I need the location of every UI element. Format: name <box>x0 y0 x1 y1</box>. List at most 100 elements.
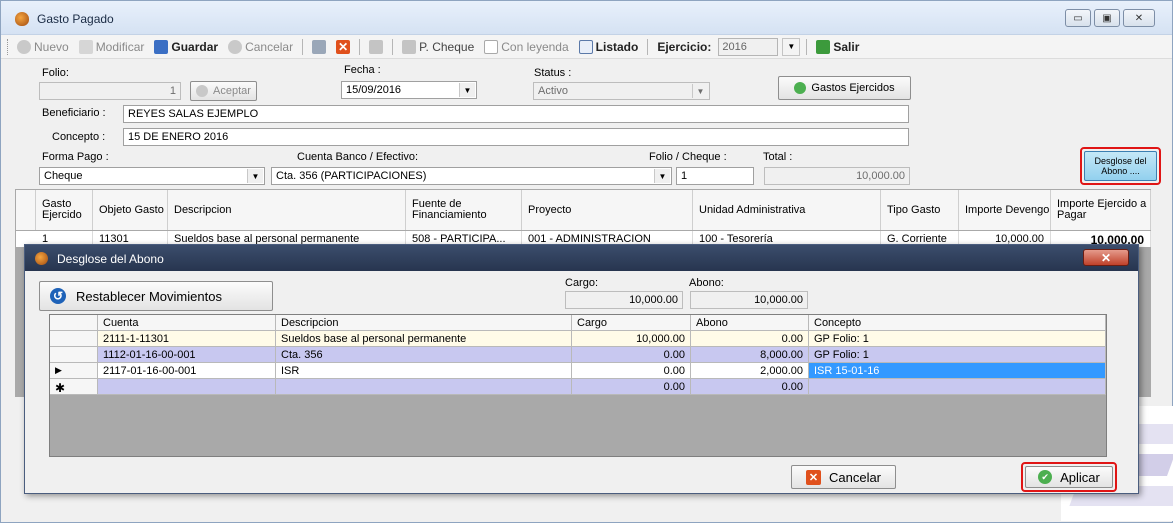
folio-label: Folio: <box>42 67 69 79</box>
col-objeto-gasto[interactable]: Objeto Gasto <box>93 190 168 230</box>
cell-descripcion[interactable]: Cta. 356 <box>276 347 572 363</box>
chevron-down-icon[interactable]: ▼ <box>782 37 801 56</box>
title-bar: Gasto Pagado ▭ ▣ ✕ <box>1 1 1172 35</box>
chevron-down-icon: ▼ <box>654 169 670 183</box>
total-field[interactable]: 10,000.00 <box>764 167 910 185</box>
toolbar-separator <box>806 38 808 55</box>
col-importe-ejercido[interactable]: Importe Ejercido a Pagar <box>1051 190 1151 230</box>
cell-cargo[interactable]: 10,000.00 <box>572 331 691 347</box>
cell-cuenta[interactable] <box>98 379 276 395</box>
cell-abono[interactable]: 0.00 <box>691 331 809 347</box>
copy-toolbar-button[interactable] <box>309 39 329 54</box>
col-unidad[interactable]: Unidad Administrativa <box>693 190 881 230</box>
dialog-close-button[interactable]: ✕ <box>1083 249 1129 266</box>
cancelar-dialog-button[interactable]: ✕ Cancelar <box>791 465 896 489</box>
listado-label: Listado <box>595 39 639 54</box>
cell-cargo[interactable]: 0.00 <box>572 379 691 395</box>
restablecer-button[interactable]: ↺ Restablecer Movimientos <box>39 281 273 311</box>
col-concepto[interactable]: Concepto <box>809 315 1106 331</box>
folio-cheque-field[interactable]: 1 <box>676 167 754 185</box>
col-proyecto[interactable]: Proyecto <box>522 190 693 230</box>
app-icon <box>15 12 29 26</box>
status-value: Activo <box>538 85 568 97</box>
cuenta-banco-select[interactable]: Cta. 356 (PARTICIPACIONES) ▼ <box>271 167 672 185</box>
col-gasto-ejercido[interactable]: Gasto Ejercido <box>36 190 93 230</box>
col-cuenta[interactable]: Cuenta <box>98 315 276 331</box>
gastos-ejercidos-button[interactable]: Gastos Ejercidos <box>778 76 911 100</box>
add-icon <box>794 82 807 94</box>
app-icon <box>35 252 48 265</box>
guardar-button[interactable]: Guardar <box>151 39 221 54</box>
refresh-icon: ↺ <box>50 288 66 304</box>
list-icon <box>578 39 593 54</box>
listado-button[interactable]: Listado <box>576 39 642 54</box>
table-row-selected[interactable]: ▶ 2117-01-16-00-001 ISR 0.00 2,000.00 IS… <box>50 363 1106 379</box>
cell-descripcion[interactable]: ISR <box>276 363 572 379</box>
col-descripcion[interactable]: Descripcion <box>168 190 406 230</box>
cell-concepto-selected[interactable]: ISR 15-01-16 <box>809 363 1106 379</box>
guardar-label: Guardar <box>171 39 219 54</box>
new-row[interactable]: ✱ 0.00 0.00 <box>50 379 1106 395</box>
p-cheque-label: P. Cheque <box>419 39 475 54</box>
cell-concepto[interactable] <box>809 379 1106 395</box>
cell-cargo[interactable]: 0.00 <box>572 347 691 363</box>
checkbox-icon <box>484 39 499 54</box>
toolbar-separator <box>392 38 394 55</box>
window-title: Gasto Pagado <box>37 12 114 26</box>
cell-abono[interactable]: 0.00 <box>691 379 809 395</box>
cell-descripcion[interactable] <box>276 379 572 395</box>
concepto-label: Concepto : <box>52 131 106 143</box>
cell-concepto[interactable]: GP Folio: 1 <box>809 347 1106 363</box>
toolbar-grip <box>7 38 10 55</box>
cancelar-dialog-label: Cancelar <box>828 469 882 485</box>
ejercicio-select[interactable]: 2016 <box>718 37 779 56</box>
beneficiario-field[interactable]: REYES SALAS EJEMPLO <box>123 105 909 123</box>
salir-button[interactable]: Salir <box>813 39 862 54</box>
aceptar-button[interactable]: Aceptar <box>190 81 257 101</box>
table-row[interactable]: 1112-01-16-00-001 Cta. 356 0.00 8,000.00… <box>50 347 1106 363</box>
forma-pago-select[interactable]: Cheque ▼ <box>39 167 265 185</box>
cell-cargo[interactable]: 0.00 <box>572 363 691 379</box>
cancelar-label: Cancelar <box>245 39 294 54</box>
con-leyenda-checkbox[interactable]: Con leyenda <box>481 39 571 54</box>
delete-toolbar-button[interactable]: ✕ <box>333 39 353 54</box>
table-row[interactable]: 2111-1-11301 Sueldos base al personal pe… <box>50 331 1106 347</box>
con-leyenda-label: Con leyenda <box>501 39 569 54</box>
chevron-down-icon: ▼ <box>459 83 475 97</box>
dialog-title: Desglose del Abono <box>57 252 164 266</box>
p-cheque-button[interactable]: P. Cheque <box>399 39 477 54</box>
close-button[interactable]: ✕ <box>1123 9 1155 27</box>
highlight-desglose <box>1080 147 1161 185</box>
cancelar-button[interactable]: Cancelar <box>225 39 296 54</box>
cell-cuenta[interactable]: 1112-01-16-00-001 <box>98 347 276 363</box>
col-cargo[interactable]: Cargo <box>572 315 691 331</box>
print-toolbar-button[interactable] <box>366 39 386 54</box>
fecha-picker[interactable]: 15/09/2016 ▼ <box>341 81 477 99</box>
minimize-button[interactable]: ▭ <box>1065 9 1091 27</box>
printer-icon <box>402 39 417 54</box>
ejercicio-value: 2016 <box>722 40 747 53</box>
aceptar-label: Aceptar <box>213 85 251 97</box>
fecha-label: Fecha : <box>344 64 381 76</box>
nuevo-button[interactable]: Nuevo <box>14 39 72 54</box>
cuenta-banco-value: Cta. 356 (PARTICIPACIONES) <box>276 170 427 182</box>
col-abono[interactable]: Abono <box>691 315 809 331</box>
folio-field[interactable]: 1 <box>39 82 181 100</box>
cell-cuenta[interactable]: 2117-01-16-00-001 <box>98 363 276 379</box>
col-descripcion[interactable]: Descripcion <box>276 315 572 331</box>
cell-descripcion[interactable]: Sueldos base al personal permanente <box>276 331 572 347</box>
modificar-button[interactable]: Modificar <box>76 39 148 54</box>
col-importe-devengo[interactable]: Importe Devengo <box>959 190 1051 230</box>
cell-cuenta[interactable]: 2111-1-11301 <box>98 331 276 347</box>
cell-abono[interactable]: 2,000.00 <box>691 363 809 379</box>
status-select[interactable]: Activo ▼ <box>533 82 710 100</box>
cell-abono[interactable]: 8,000.00 <box>691 347 809 363</box>
concepto-field[interactable]: 15 DE ENERO 2016 <box>123 128 909 146</box>
movimientos-grid: Cuenta Descripcion Cargo Abono Concepto … <box>49 314 1107 457</box>
gastos-ejercidos-label: Gastos Ejercidos <box>811 82 895 94</box>
cell-concepto[interactable]: GP Folio: 1 <box>809 331 1106 347</box>
maximize-button[interactable]: ▣ <box>1094 9 1120 27</box>
toolbar-separator <box>302 38 304 55</box>
col-fuente[interactable]: Fuente de Financiamiento <box>406 190 522 230</box>
col-tipo-gasto[interactable]: Tipo Gasto <box>881 190 959 230</box>
